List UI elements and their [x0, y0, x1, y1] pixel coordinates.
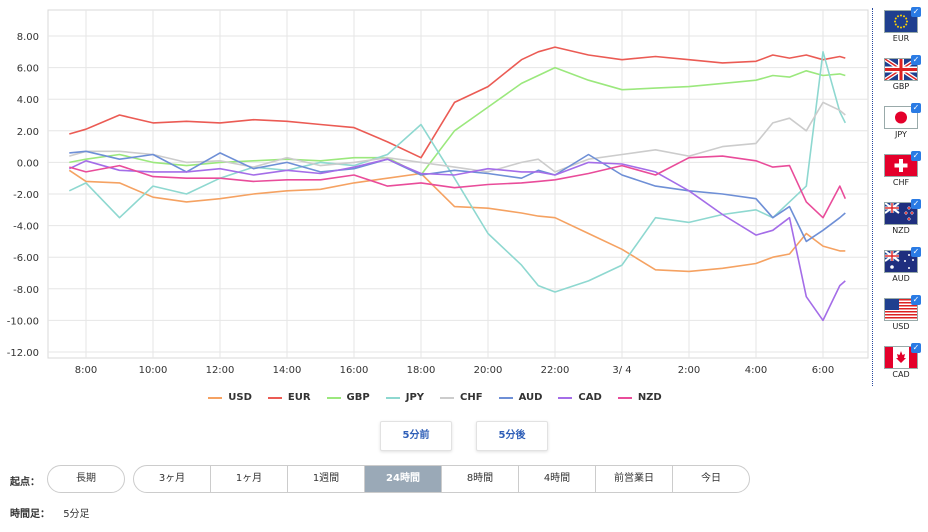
- legend-item-gbp[interactable]: GBP: [326, 392, 370, 403]
- period-button[interactable]: 1週間: [287, 466, 364, 492]
- flag-label: AUD: [892, 274, 910, 283]
- legend-label: EUR: [287, 392, 311, 403]
- legend-swatch: [267, 396, 282, 399]
- checkbox-checked-icon[interactable]: ✓: [911, 55, 921, 65]
- x-tick-label: 16:00: [340, 365, 369, 376]
- y-tick-label: 4.00: [17, 95, 39, 106]
- period-button[interactable]: 8時間: [441, 466, 518, 492]
- period-button[interactable]: 1ヶ月: [210, 466, 287, 492]
- checkbox-checked-icon[interactable]: ✓: [911, 247, 921, 257]
- legend-label: USD: [228, 392, 252, 403]
- flag-toggle-usd[interactable]: ✓ USD: [884, 295, 921, 331]
- flag-toggle-gbp[interactable]: ✓ GBP: [884, 55, 921, 91]
- legend-item-nzd[interactable]: NZD: [617, 392, 662, 403]
- legend-label: NZD: [637, 392, 662, 403]
- y-tick-label: -10.00: [7, 316, 39, 327]
- y-tick-label: 0.00: [17, 158, 39, 169]
- interval-label: 時間足：: [10, 509, 50, 520]
- y-tick-label: 6.00: [17, 64, 39, 75]
- x-tick-label: 8:00: [75, 365, 97, 376]
- flag-toggle-cad[interactable]: ✓ CAD: [884, 343, 921, 379]
- checkbox-checked-icon[interactable]: ✓: [911, 343, 921, 353]
- period-button[interactable]: 前営業日: [595, 466, 672, 492]
- origin-label: 起点：: [10, 477, 40, 488]
- period-long-button[interactable]: 長期: [47, 465, 125, 493]
- period-selector: 3ヶ月 1ヶ月 1週間 24時間 8時間 4時間 前営業日 今日: [133, 465, 750, 493]
- y-tick-label: 8.00: [17, 32, 39, 43]
- legend-label: CHF: [460, 392, 483, 403]
- legend-item-usd[interactable]: USD: [208, 392, 252, 403]
- interval-info: 時間足： 5分足: [10, 505, 90, 520]
- flag-label: JPY: [895, 130, 907, 139]
- y-tick-label: -2.00: [13, 190, 39, 201]
- legend-label: AUD: [518, 392, 543, 403]
- legend-item-chf[interactable]: CHF: [440, 392, 483, 403]
- period-button[interactable]: 4時間: [518, 466, 595, 492]
- legend-label: JPY: [405, 392, 425, 403]
- checkbox-checked-icon[interactable]: ✓: [911, 7, 921, 17]
- next-5min-button[interactable]: 5分後: [476, 421, 548, 451]
- legend-label: CAD: [578, 392, 602, 403]
- legend-swatch: [558, 396, 573, 399]
- flag-label: USD: [892, 322, 910, 331]
- x-tick-label: 6:00: [812, 365, 834, 376]
- flag-toggle-nzd[interactable]: ✓ NZD: [884, 199, 921, 235]
- checkbox-checked-icon[interactable]: ✓: [911, 199, 921, 209]
- flag-label: NZD: [892, 226, 910, 235]
- currency-flag-panel: ✓ EUR ✓ GBP ✓ JPY ✓ CHF ✓ NZD ✓ AUD ✓ USD ✓ CAD: [872, 7, 928, 386]
- legend-swatch: [440, 396, 455, 399]
- legend-swatch: [498, 396, 513, 399]
- fx-strength-chart: 8.00 6.00 4.00 2.00 0.00 -2.00 -4.00 -6.00 -8.00…: [7, 9, 869, 376]
- legend-swatch: [208, 396, 223, 399]
- flag-label: GBP: [892, 82, 910, 91]
- x-tick-label: 14:00: [273, 365, 302, 376]
- prev-5min-button[interactable]: 5分前: [380, 421, 452, 451]
- flag-label: EUR: [892, 34, 910, 43]
- flag-toggle-eur[interactable]: ✓ EUR: [884, 7, 921, 43]
- y-tick-label: -8.00: [13, 285, 39, 296]
- checkbox-checked-icon[interactable]: ✓: [911, 151, 921, 161]
- x-tick-label: 10:00: [139, 365, 168, 376]
- legend-swatch: [617, 396, 632, 399]
- legend-swatch: [385, 396, 400, 399]
- flag-label: CAD: [892, 370, 910, 379]
- x-tick-label: 12:00: [206, 365, 235, 376]
- legend-item-aud[interactable]: AUD: [498, 392, 543, 403]
- legend-item-jpy[interactable]: JPY: [385, 392, 425, 403]
- checkbox-checked-icon[interactable]: ✓: [911, 295, 921, 305]
- legend-item-cad[interactable]: CAD: [558, 392, 602, 403]
- x-tick-label: 4:00: [745, 365, 767, 376]
- period-button[interactable]: 3ヶ月: [134, 466, 210, 492]
- legend-swatch: [326, 396, 341, 399]
- flag-toggle-jpy[interactable]: ✓ JPY: [884, 103, 921, 139]
- flag-toggle-aud[interactable]: ✓ AUD: [884, 247, 921, 283]
- period-button[interactable]: 今日: [672, 466, 749, 492]
- flag-toggle-chf[interactable]: ✓ CHF: [884, 151, 921, 187]
- flag-label: CHF: [892, 178, 910, 187]
- chart-legend: USD EUR GBP JPY CHF AUD CAD NZD: [0, 392, 870, 403]
- y-tick-label: -6.00: [13, 253, 39, 264]
- x-tick-label: 3/ 4: [612, 365, 631, 376]
- period-button[interactable]: 24時間: [364, 466, 441, 492]
- legend-item-eur[interactable]: EUR: [267, 392, 311, 403]
- x-tick-label: 20:00: [474, 365, 503, 376]
- interval-value: 5分足: [63, 509, 90, 520]
- checkbox-checked-icon[interactable]: ✓: [911, 103, 921, 113]
- legend-label: GBP: [346, 392, 370, 403]
- y-tick-label: -12.00: [7, 348, 39, 359]
- x-tick-label: 18:00: [407, 365, 436, 376]
- x-tick-label: 22:00: [541, 365, 570, 376]
- y-tick-label: -4.00: [13, 222, 39, 233]
- x-tick-label: 2:00: [678, 365, 700, 376]
- y-tick-label: 2.00: [17, 127, 39, 138]
